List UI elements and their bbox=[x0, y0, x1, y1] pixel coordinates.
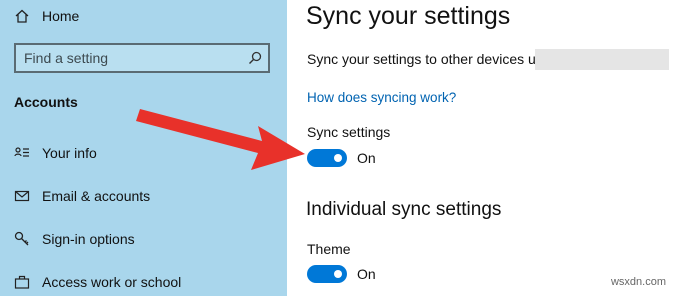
search-icon[interactable] bbox=[242, 51, 268, 65]
theme-state: On bbox=[357, 266, 376, 282]
sidebar-item-label: Access work or school bbox=[42, 274, 182, 290]
theme-toggle[interactable] bbox=[307, 265, 347, 283]
sidebar-item-email-accounts[interactable]: Email & accounts bbox=[14, 188, 150, 204]
sidebar-item-label: Your info bbox=[42, 145, 97, 161]
search-box[interactable] bbox=[14, 43, 270, 73]
theme-label: Theme bbox=[307, 241, 351, 257]
sidebar-item-label: Home bbox=[42, 8, 80, 24]
redacted-account bbox=[535, 49, 669, 70]
search-input[interactable] bbox=[16, 45, 242, 71]
home-icon bbox=[14, 8, 30, 24]
sync-settings-state: On bbox=[357, 150, 376, 166]
sidebar-item-home[interactable]: Home bbox=[14, 8, 79, 24]
page-title: Sync your settings bbox=[306, 2, 511, 30]
toggle-knob bbox=[334, 154, 342, 162]
sidebar-item-access-work-school[interactable]: Access work or school bbox=[14, 274, 181, 290]
help-link[interactable]: How does syncing work? bbox=[307, 90, 456, 105]
sync-settings-toggle[interactable] bbox=[307, 149, 347, 167]
sidebar-item-label: Email & accounts bbox=[42, 188, 151, 204]
sidebar-item-sign-in-options[interactable]: Sign-in options bbox=[14, 231, 135, 247]
section-heading: Accounts bbox=[14, 94, 78, 110]
key-icon bbox=[14, 231, 30, 247]
individual-sync-heading: Individual sync settings bbox=[306, 199, 502, 220]
sync-description: Sync your settings to other devices usin… bbox=[307, 51, 562, 67]
briefcase-icon bbox=[14, 274, 30, 290]
mail-icon bbox=[14, 188, 30, 204]
sidebar-item-label: Sign-in options bbox=[42, 231, 135, 247]
toggle-knob bbox=[334, 270, 342, 278]
sidebar-item-your-info[interactable]: Your info bbox=[14, 145, 97, 161]
sync-settings-label: Sync settings bbox=[307, 124, 391, 140]
sidebar: Home Accounts Your info Email & accounts… bbox=[0, 0, 287, 296]
person-list-icon bbox=[14, 145, 30, 161]
main-panel: Sync your settings Sync your settings to… bbox=[287, 0, 680, 296]
watermark: wsxdn.com bbox=[610, 276, 666, 288]
